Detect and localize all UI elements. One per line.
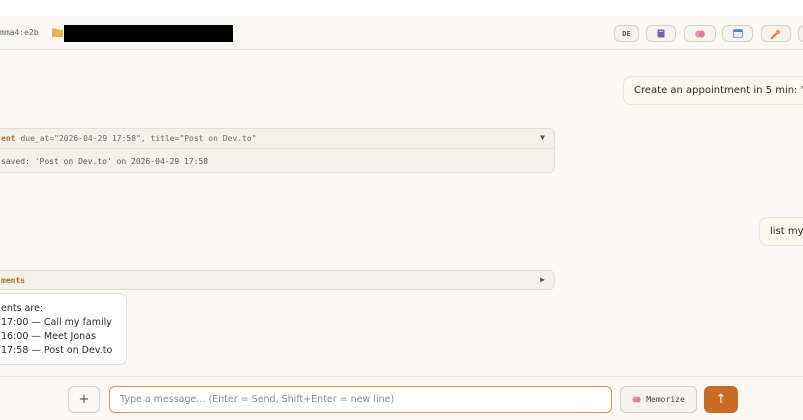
tool-result-text: saved: 'Post on Dev.to' on 2026-04-29 17… [1,156,209,166]
assistant-line: ents are: [1,303,44,314]
memory-button[interactable] [684,25,716,42]
arrow-up-icon: ↑ [715,392,727,407]
user-message: Create an appointment in 5 min: "P [623,76,803,105]
assistant-line: 17:00 — Call my family [1,317,112,328]
brain-icon [632,396,641,403]
user-message-text: Create an appointment in 5 min: "P [634,85,803,96]
composer-bar: + Memorize ↑ [0,376,803,420]
more-button[interactable] [798,25,803,42]
tools-icon [771,29,781,39]
plus-icon: + [78,392,90,407]
folder-icon [52,28,63,37]
book-icon [657,29,665,38]
tool-name: ments [1,275,26,285]
tools-button[interactable] [761,25,791,42]
tool-call-header[interactable]: ent due_at="2026-04-29 17:58", title="Po… [0,129,554,149]
language-toggle-button[interactable]: DE [614,25,639,42]
notes-button[interactable] [646,25,676,42]
tool-name: ent [1,134,16,143]
collapse-arrow-icon[interactable]: ▼ [540,133,545,142]
calendar-icon [732,29,743,38]
tool-call-block: ent due_at="2026-04-29 17:58", title="Po… [0,128,555,173]
assistant-line: 16:00 — Meet Jonas [1,331,96,342]
assistant-line: 17:58 — Post on Dev.to [1,345,113,356]
tool-result: saved: 'Post on Dev.to' on 2026-04-29 17… [0,149,554,173]
header-bar: mma4:e2b DE [0,16,803,50]
user-message: list my [759,217,803,246]
window-top-strip [0,0,803,16]
message-input[interactable] [109,386,612,413]
assistant-message: ents are: 17:00 — Call my family 16:00 —… [0,293,127,365]
tool-args: due_at="2026-04-29 17:58", title="Post o… [20,134,257,143]
model-name: mma4:e2b [0,28,39,37]
user-message-text: list my [770,226,803,237]
memorize-button[interactable]: Memorize [620,386,697,413]
expand-arrow-icon[interactable]: ▶ [540,275,545,284]
tool-call-collapsed[interactable]: ments ▶ [0,270,555,290]
send-button[interactable]: ↑ [704,386,738,413]
attach-button[interactable]: + [68,386,100,413]
calendar-button[interactable] [722,25,753,42]
redacted-path [64,25,233,42]
language-label: DE [622,29,631,38]
brain-icon [695,30,705,37]
memorize-label: Memorize [646,395,685,404]
